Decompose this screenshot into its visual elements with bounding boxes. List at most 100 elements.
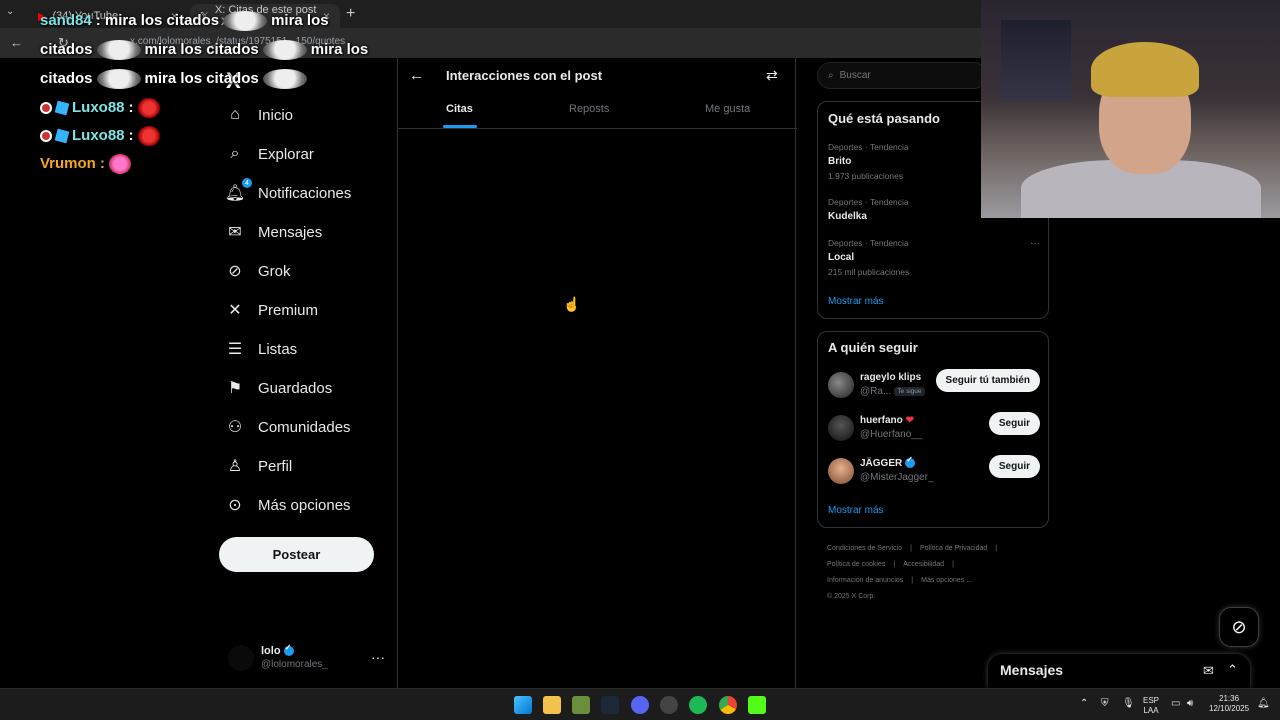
language-indicator[interactable]: ESP LAA (1143, 696, 1159, 716)
defender-icon[interactable]: ⛨ (1101, 699, 1109, 709)
active-tab-indicator (443, 125, 477, 128)
filter-icon[interactable]: ⇄ (766, 67, 778, 84)
nav-item-mensajes[interactable]: ✉ Mensajes (226, 223, 322, 242)
chat-text: mira los (271, 12, 329, 29)
search-input[interactable]: ⌕ Buscar (817, 62, 987, 89)
obs-icon[interactable] (660, 696, 678, 714)
footer-link[interactable]: Política de cookies (827, 561, 885, 568)
bookmark-icon: ⚑ (227, 380, 243, 397)
mail-icon: ✉ (228, 224, 242, 241)
footer-link[interactable]: Información de anuncios (827, 577, 903, 584)
avatar (828, 458, 854, 484)
emote-icon (262, 68, 307, 89)
windows-start-icon[interactable] (514, 696, 532, 714)
follow-suggestion[interactable]: rageylo klips @Ra... Te sigue Seguir tú t… (828, 369, 1040, 404)
page-title: Interacciones con el post (446, 68, 603, 83)
minecraft-icon[interactable] (572, 696, 590, 714)
tab-search-icon[interactable]: ⌄ (6, 6, 14, 17)
webcam-person-hat (1091, 42, 1199, 97)
suggestion-name: rageylo klips (860, 372, 922, 383)
more-circle-icon: ⊙ (228, 497, 242, 514)
nav-label: Comunidades (258, 418, 351, 436)
follow-button[interactable]: Seguir (988, 412, 1040, 435)
nav-item-guardados[interactable]: ⚑ Guardados (226, 379, 333, 398)
file-explorer-icon[interactable] (543, 696, 561, 714)
chat-text: mira los (310, 41, 369, 58)
emote-icon (223, 10, 268, 31)
chat-text: citados (40, 41, 93, 58)
emote-icon (262, 39, 307, 60)
footer-link[interactable]: Condiciones de Servicio (827, 545, 902, 552)
grok-floating-button[interactable]: ⊘ (1219, 607, 1259, 647)
rose-emote-icon (137, 125, 160, 146)
footer-link[interactable]: Política de Privacidad (920, 545, 987, 552)
compose-message-icon[interactable]: ✉ (1203, 663, 1214, 679)
notifications-icon[interactable]: 🔔︎ (1257, 699, 1270, 709)
chat-text: citados (40, 70, 93, 87)
avatar (828, 372, 854, 398)
tab-me-gusta[interactable]: Me gusta (705, 103, 750, 115)
nav-item-grok[interactable]: ⊘ Grok (226, 262, 291, 281)
name-text: huerfano (860, 415, 903, 426)
clock[interactable]: 21:36 12/10/2025 (1209, 694, 1249, 714)
grok-icon: ⊘ (1231, 616, 1247, 637)
avatar (828, 415, 854, 441)
network-icon[interactable]: ▭ (1171, 699, 1180, 709)
back-icon[interactable]: ← (10, 35, 23, 50)
show-more-link[interactable]: Mostrar más (828, 505, 884, 516)
screen: ⌄ ▶ (34) YouTube × 𝕏 X: Citas de este po… (0, 0, 1280, 720)
chat-separator: : (99, 155, 105, 172)
chat-username: sand84 (40, 12, 92, 29)
windows-taskbar: ⌃ ⛨ 🎙︎ ESP LAA ▭ 🔊︎ 21:36 12/10/2025 🔔︎ (0, 688, 1280, 720)
chrome-icon[interactable] (719, 696, 737, 714)
follow-button[interactable]: Seguir (988, 455, 1040, 478)
nav-item-premium[interactable]: ✕ Premium (226, 301, 319, 320)
post-button[interactable]: Postear (219, 537, 374, 572)
footer-link[interactable]: Más opciones ... (921, 577, 972, 584)
follow-suggestion[interactable]: JÄGGER @MisterJagger_ Seguir (828, 455, 1040, 490)
suggestion-handle: @Huerfano__ (860, 429, 923, 440)
handle-text: @Ra... (860, 386, 892, 397)
messages-title: Mensajes (1000, 662, 1064, 678)
bell-icon: 🔔︎ 4 (225, 178, 252, 202)
tab-citas[interactable]: Citas (446, 103, 473, 115)
show-hidden-icons-icon[interactable]: ⌃ (1080, 699, 1088, 709)
more-icon[interactable]: ··· (371, 649, 385, 665)
name-text: JÄGGER (860, 458, 903, 469)
nav-label: Grok (258, 262, 291, 280)
discord-icon[interactable] (631, 696, 649, 714)
trend-item[interactable]: Deportes · Tendencia Local 215 mil publi… (828, 238, 1040, 277)
show-more-link[interactable]: Mostrar más (828, 296, 884, 307)
nav-item-listas[interactable]: ☰ Listas (226, 340, 297, 359)
messages-drawer[interactable]: Mensajes ✉ ⌃ (988, 654, 1250, 688)
kick-icon[interactable] (748, 696, 766, 714)
footer-separator: | (995, 545, 998, 552)
nav-label: Premium (258, 301, 319, 319)
spotify-icon[interactable] (689, 696, 707, 714)
person-icon: ♙ (227, 458, 243, 475)
expand-chevron-icon[interactable]: ⌃ (1227, 662, 1238, 678)
trend-more-icon[interactable]: ··· (1030, 238, 1040, 249)
nav-label: Perfil (258, 457, 293, 475)
footer-link[interactable]: Accesibilidad (903, 561, 944, 568)
language-code: ESP (1143, 696, 1160, 705)
microphone-icon[interactable]: 🎙︎ (1122, 699, 1135, 709)
back-arrow-icon[interactable]: ← (409, 67, 424, 84)
steam-icon[interactable] (601, 696, 619, 714)
nav-item-notificaciones[interactable]: 🔔︎ 4 Notificaciones (225, 178, 351, 202)
account-switcher[interactable]: lolo @lolomorales_ ··· (228, 641, 388, 681)
nav-item-perfil[interactable]: ♙ Perfil (226, 457, 293, 476)
nav-item-mas-opciones[interactable]: ⊙ Más opciones (226, 496, 350, 515)
nav-item-comunidades[interactable]: ⚇ Comunidades (226, 418, 351, 437)
clock-date: 12/10/2025 (1209, 704, 1250, 713)
follow-suggestion[interactable]: huerfano ❤ @Huerfano__ Seguir (828, 412, 1040, 447)
footer-separator: | (910, 545, 912, 552)
chat-text: mira los citados (144, 41, 259, 58)
nav-label: Guardados (258, 379, 333, 397)
footer-separator: | (911, 577, 914, 584)
hand-emote-icon (108, 153, 131, 174)
verified-icon (283, 643, 294, 657)
volume-icon[interactable]: 🔊︎ (1187, 699, 1193, 709)
follow-back-button[interactable]: Seguir tú también (935, 369, 1040, 392)
tab-reposts[interactable]: Reposts (569, 103, 609, 115)
